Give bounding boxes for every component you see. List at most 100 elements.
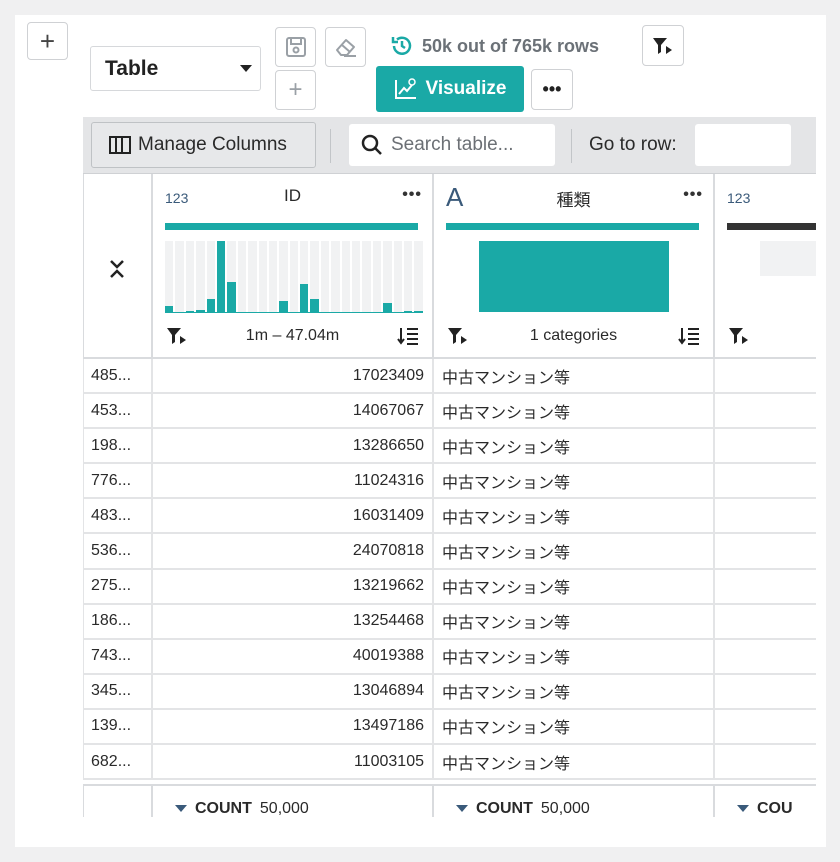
histogram-bar[interactable] xyxy=(258,241,267,313)
row-index-cell[interactable]: 453... xyxy=(83,394,153,428)
histogram-bar[interactable] xyxy=(310,241,319,313)
histogram-bar[interactable] xyxy=(362,241,371,313)
table-row[interactable]: 139... 13497186 中古マンション等 xyxy=(83,709,816,746)
partial-cell[interactable] xyxy=(715,640,816,673)
kind-cell[interactable]: 中古マンション等 xyxy=(434,394,715,428)
go-to-row-input[interactable] xyxy=(695,124,791,166)
kind-cell[interactable]: 中古マンション等 xyxy=(434,604,715,638)
view-type-select[interactable]: Table xyxy=(90,46,261,91)
table-row[interactable]: 275... 13219662 中古マンション等 xyxy=(83,569,816,605)
column-menu-icon[interactable]: ••• xyxy=(683,186,703,204)
filter-button[interactable] xyxy=(642,25,684,66)
id-cell[interactable]: 16031409 xyxy=(153,499,434,533)
kind-cell[interactable]: 中古マンション等 xyxy=(434,709,715,744)
add-cell-button[interactable]: + xyxy=(27,22,68,60)
kind-cell[interactable]: 中古マンション等 xyxy=(434,745,715,779)
row-index-cell[interactable]: 345... xyxy=(83,674,153,708)
sort-icon[interactable] xyxy=(677,325,701,347)
row-index-cell[interactable]: 198... xyxy=(83,429,153,463)
histogram-bar[interactable] xyxy=(331,241,340,313)
histogram-bar[interactable] xyxy=(393,241,402,313)
kind-cell[interactable]: 中古マンション等 xyxy=(434,499,715,533)
table-row[interactable]: 345... 13046894 中古マンション等 xyxy=(83,674,816,710)
histogram-bar[interactable] xyxy=(352,241,361,313)
histogram-bar[interactable] xyxy=(175,241,184,313)
table-row[interactable]: 776... 11024316 中古マンション等 xyxy=(83,464,816,500)
histogram-bar[interactable] xyxy=(279,241,288,313)
row-index-cell[interactable]: 682... xyxy=(83,745,153,779)
row-index-cell[interactable]: 483... xyxy=(83,499,153,533)
histogram-bar[interactable] xyxy=(206,241,215,313)
partial-cell[interactable] xyxy=(715,359,816,392)
histogram-bar[interactable] xyxy=(216,241,226,313)
kind-cell[interactable]: 中古マンション等 xyxy=(434,534,715,568)
kind-cell[interactable]: 中古マンション等 xyxy=(434,674,715,708)
table-row[interactable]: 453... 14067067 中古マンション等 xyxy=(83,394,816,430)
histogram-bar[interactable] xyxy=(403,241,413,313)
id-cell[interactable]: 13046894 xyxy=(153,674,434,708)
partial-cell[interactable] xyxy=(715,429,816,462)
search-input[interactable]: Search table... xyxy=(349,124,555,166)
kind-cell[interactable]: 中古マンション等 xyxy=(434,639,715,673)
column-header-id[interactable]: 123 ID ••• 1m – 47.04m xyxy=(153,174,434,359)
table-row[interactable]: 186... 13254468 中古マンション等 xyxy=(83,604,816,640)
partial-cell[interactable] xyxy=(715,394,816,427)
id-cell[interactable]: 17023409 xyxy=(153,359,434,393)
footer-aggregate-kind[interactable]: COUNT 50,000 xyxy=(434,786,715,817)
row-index-cell[interactable]: 776... xyxy=(83,464,153,498)
histogram-bar[interactable] xyxy=(196,241,205,313)
column-header-partial[interactable]: 123 xyxy=(715,174,816,359)
row-index-cell[interactable]: 275... xyxy=(83,569,153,603)
add-button[interactable]: + xyxy=(275,70,316,110)
row-index-cell[interactable]: 743... xyxy=(83,639,153,673)
partial-cell[interactable] xyxy=(715,675,816,708)
table-row[interactable]: 743... 40019388 中古マンション等 xyxy=(83,639,816,675)
save-button[interactable] xyxy=(275,27,316,67)
partial-cell[interactable] xyxy=(715,710,816,743)
clear-button[interactable] xyxy=(325,27,366,67)
histogram-bar[interactable] xyxy=(248,241,257,313)
row-index-cell[interactable]: 186... xyxy=(83,604,153,638)
histogram-bar[interactable] xyxy=(268,241,278,313)
kind-cell[interactable]: 中古マンション等 xyxy=(434,464,715,498)
histogram-bar[interactable] xyxy=(320,241,330,313)
row-index-cell[interactable]: 139... xyxy=(83,709,153,744)
more-options-button[interactable]: ••• xyxy=(531,69,573,110)
table-row[interactable]: 682... 11003105 中古マンション等 xyxy=(83,745,816,781)
partial-cell[interactable] xyxy=(715,570,816,603)
kind-cell[interactable]: 中古マンション等 xyxy=(434,359,715,393)
histogram-bar[interactable] xyxy=(237,241,247,313)
histogram-bar[interactable] xyxy=(414,241,423,313)
id-cell[interactable]: 13286650 xyxy=(153,429,434,463)
table-row[interactable]: 536... 24070818 中古マンション等 xyxy=(83,534,816,570)
histogram-bar[interactable] xyxy=(289,241,299,313)
histogram-bar[interactable] xyxy=(165,241,174,313)
sort-icon[interactable] xyxy=(396,325,420,347)
visualize-button[interactable]: Visualize xyxy=(376,66,524,112)
kind-cell[interactable]: 中古マンション等 xyxy=(434,569,715,603)
id-cell[interactable]: 14067067 xyxy=(153,394,434,428)
histogram-bar[interactable] xyxy=(383,241,392,313)
id-cell[interactable]: 11024316 xyxy=(153,464,434,498)
row-index-cell[interactable]: 485... xyxy=(83,359,153,393)
column-header-kind[interactable]: A 種類 ••• 1 categories xyxy=(434,174,715,359)
id-cell[interactable]: 40019388 xyxy=(153,639,434,673)
column-menu-icon[interactable]: ••• xyxy=(402,186,422,204)
column-filter-icon[interactable] xyxy=(727,325,751,347)
id-cell[interactable]: 11003105 xyxy=(153,745,434,779)
kind-cell[interactable]: 中古マンション等 xyxy=(434,429,715,463)
footer-aggregate-id[interactable]: COUNT 50,000 xyxy=(153,786,434,817)
table-row[interactable]: 483... 16031409 中古マンション等 xyxy=(83,499,816,535)
table-row[interactable]: 485... 17023409 中古マンション等 xyxy=(83,359,816,395)
partial-cell[interactable] xyxy=(715,605,816,638)
partial-cell[interactable] xyxy=(715,499,816,532)
manage-columns-button[interactable]: Manage Columns xyxy=(91,122,316,168)
partial-cell[interactable] xyxy=(715,534,816,567)
id-cell[interactable]: 13254468 xyxy=(153,604,434,638)
id-cell[interactable]: 13497186 xyxy=(153,709,434,744)
id-cell[interactable]: 24070818 xyxy=(153,534,434,568)
histogram-bar[interactable] xyxy=(185,241,195,313)
partial-cell[interactable] xyxy=(715,464,816,497)
histogram-bar[interactable] xyxy=(300,241,309,313)
histogram-bar[interactable] xyxy=(372,241,382,313)
